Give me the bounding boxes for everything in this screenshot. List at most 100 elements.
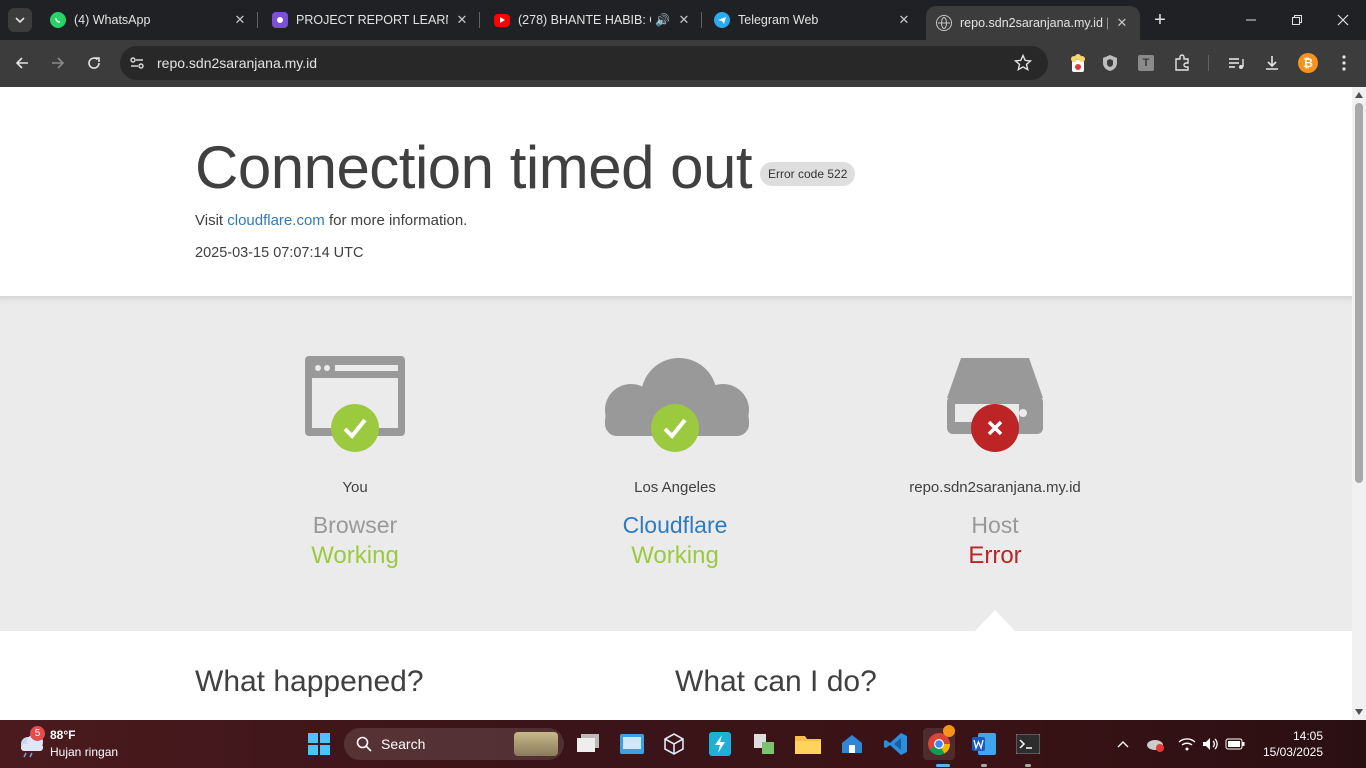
what-can-i-do-heading: What can I do? [675,665,877,698]
word-icon[interactable] [968,728,1000,760]
visit-prefix: Visit [195,212,228,229]
status-diagram: You Browser Working Los Angeles Cloudfla… [0,296,1352,631]
what-happened-heading: What happened? [195,665,424,698]
node-role: Host [971,512,1019,538]
host-pointer-arrow [975,610,1015,631]
tab-title: (4) WhatsApp [74,13,151,27]
close-icon[interactable]: ✕ [1114,15,1130,31]
onedrive-error-icon[interactable] [1140,728,1170,760]
scrollbar-thumb[interactable] [1355,103,1363,483]
tab-title: PROJECT REPORT LEARNING [296,13,448,27]
virtualbox-icon[interactable] [658,728,690,760]
scroll-down-icon[interactable] [1355,709,1363,715]
windows-taskbar: 5 88°F Hujan ringan Search 14:05 15/03/2… [0,720,1366,768]
tab-repo-active[interactable]: repo.sdn2saranjana.my.id | 5 ✕ [926,6,1140,40]
photo-app-icon[interactable] [616,728,648,760]
weather-temp: 88°F [50,728,76,742]
timestamp: 2025-03-15 07:07:14 UTC [195,245,364,261]
node-location: repo.sdn2saranjana.my.id [909,479,1081,496]
scroll-up-icon[interactable] [1355,92,1363,98]
back-arrow-icon[interactable] [10,51,34,75]
close-icon[interactable]: ✕ [676,12,692,28]
error-header: Connection timed out Error code 522 Visi… [0,87,1352,296]
media-controls-icon[interactable] [1224,51,1248,75]
weather-desc: Hujan ringan [50,745,119,759]
chrome-icon[interactable] [923,725,955,760]
tab-title: (278) BHANTE HABIB: GA [518,13,651,27]
download-icon[interactable] [1260,51,1284,75]
bookmark-star-icon[interactable] [1013,53,1033,77]
speaker-icon[interactable]: 🔊 [655,13,670,27]
notification-center[interactable] [1340,730,1360,758]
tab-youtube[interactable]: (278) BHANTE HABIB: GA 🔊 ✕ [484,0,702,40]
node-status: Error [968,542,1022,569]
visit-suffix: for more information. [324,212,468,229]
close-icon[interactable]: ✕ [232,12,248,28]
close-icon[interactable]: ✕ [896,12,912,28]
popcorn-extension-icon[interactable] [1066,51,1090,75]
windows-start-icon[interactable] [303,728,335,760]
node-role: Cloudflare [622,512,728,538]
lightning-app-icon[interactable] [704,728,736,760]
clock-date[interactable]: 15/03/2025 [1263,745,1323,759]
bitcoin-extension-icon[interactable]: ₿ [1296,51,1320,75]
terminal-icon[interactable] [1012,728,1044,760]
forward-arrow-icon[interactable] [46,51,70,75]
globe-icon [936,15,952,31]
youtube-icon [494,13,510,27]
taskbar-search[interactable]: Search [344,728,564,760]
close-icon[interactable]: ✕ [454,12,470,28]
restore-icon[interactable] [1274,0,1320,40]
node-status: Working [631,542,719,569]
battery-icon[interactable] [1220,728,1250,760]
address-bar[interactable]: repo.sdn2saranjana.my.id [120,46,1048,80]
cloudflare-link[interactable]: cloudflare.com [227,212,325,229]
telegram-icon [714,12,730,28]
close-window-icon[interactable] [1320,0,1366,40]
site-info-icon[interactable] [129,55,145,76]
node-status: Working [311,542,399,569]
error-code-badge: Error code 522 [760,162,856,186]
file-explorer-icon[interactable] [792,728,824,760]
node-host: repo.sdn2saranjana.my.id Host Error [835,296,1155,631]
weather-widget[interactable]: 5 [16,726,46,763]
node-location: You [342,479,368,496]
puzzle-extensions-icon[interactable] [1170,51,1194,75]
chevron-down-icon [15,17,25,24]
error-x-icon [971,404,1019,452]
url-text: repo.sdn2saranjana.my.id [157,55,318,71]
shield-extension-icon[interactable] [1098,51,1122,75]
search-label: Search [381,736,426,752]
page-title: Connection timed out [195,134,753,201]
node-cloudflare: Los Angeles Cloudflare Working [515,296,835,631]
new-tab-plus-icon[interactable]: + [1150,10,1170,30]
tab-project-report[interactable]: PROJECT REPORT LEARNING ✕ [262,0,480,40]
vscode-icon[interactable] [880,728,912,760]
project-icon [272,12,288,28]
clock-time[interactable]: 14:05 [1293,729,1323,743]
search-highlight-image [514,732,558,756]
t-extension-icon[interactable]: T [1134,51,1158,75]
node-role: Browser [312,512,398,538]
check-icon [651,404,699,452]
tab-strip: (4) WhatsApp ✕ PROJECT REPORT LEARNING ✕… [0,0,1366,40]
kebab-menu-icon[interactable] [1332,51,1356,75]
network-home-icon[interactable] [836,728,868,760]
minimize-icon[interactable] [1228,0,1274,40]
reload-icon[interactable] [82,51,106,75]
search-icon [356,736,372,752]
tab-search-button[interactable] [8,8,32,32]
node-browser: You Browser Working [195,296,515,631]
weather-badge: 5 [30,726,45,741]
node-location: Los Angeles [634,479,716,496]
page-scrollbar[interactable] [1352,87,1366,720]
tab-telegram[interactable]: Telegram Web ✕ [704,0,922,40]
chevron-up-icon[interactable] [1108,728,1138,760]
tab-whatsapp[interactable]: (4) WhatsApp ✕ [40,0,258,40]
whatsapp-icon [50,12,66,28]
tab-title: Telegram Web [738,13,819,27]
task-view-icon[interactable] [572,728,604,760]
tab-title: repo.sdn2saranjana.my.id | 5 [960,16,1108,30]
browser-toolbar: repo.sdn2saranjana.my.id T ₿ [0,40,1366,87]
transfer-app-icon[interactable] [748,728,780,760]
